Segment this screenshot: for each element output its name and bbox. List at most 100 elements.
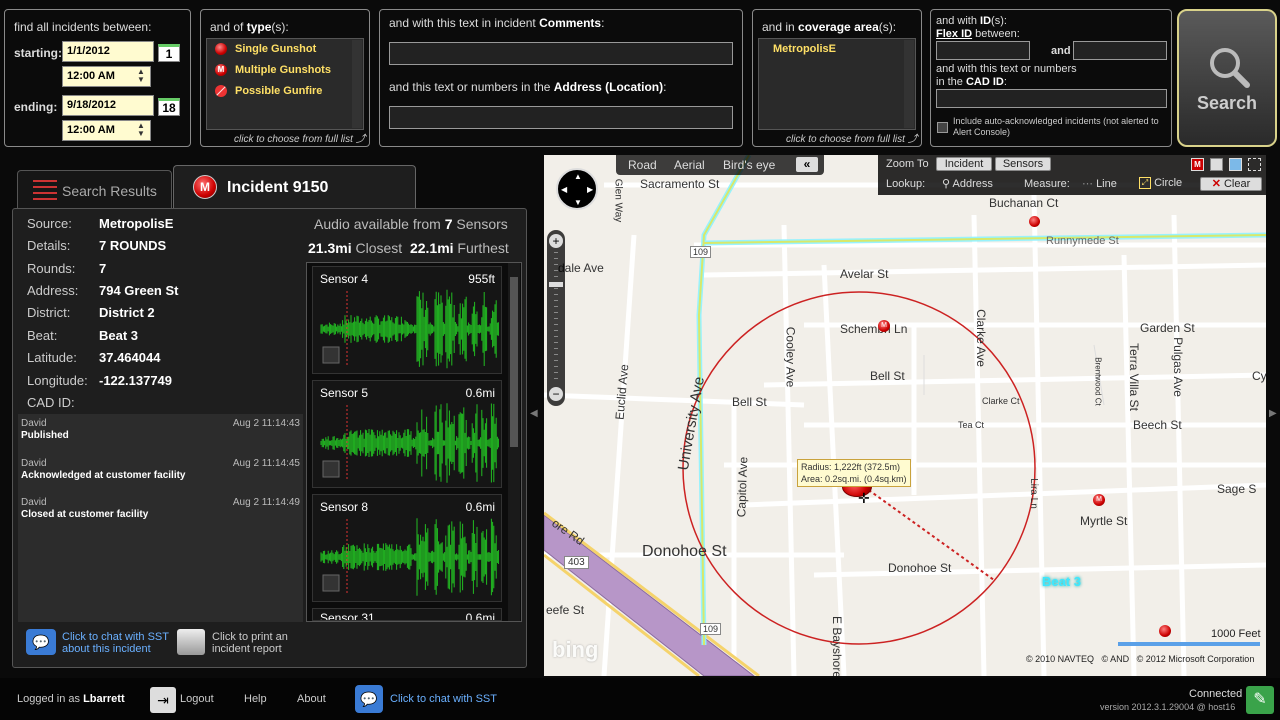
street-label: E Bayshore [830, 615, 845, 676]
sensor-distance: 0.6mi [465, 386, 495, 400]
map-zoom-slider[interactable]: + − [547, 230, 565, 406]
field-value-longitude: -122.137749 [99, 373, 173, 388]
field-value-beat: Beat 3 [99, 328, 139, 343]
beat-layer-icon[interactable] [1229, 158, 1242, 171]
street-label: Glen Way [612, 178, 624, 223]
measure-line-button[interactable]: ⋯ Line [1082, 177, 1117, 190]
end-time-spinner[interactable]: ▲ ▼ [137, 122, 145, 138]
type-item-single-gunshot[interactable]: Single Gunshot [207, 39, 363, 60]
type-list-scrollbar[interactable] [352, 40, 362, 128]
coverage-list-hint[interactable]: click to choose from full list ⤴ [786, 130, 918, 145]
type-list-hint[interactable]: click to choose from full list ⤴ [234, 130, 366, 145]
address-filter-title: and this text or numbers in the Address … [389, 80, 667, 94]
field-value-rounds: 7 [99, 261, 107, 276]
cad-id-line1: and with this text or numbers [936, 63, 1077, 75]
street-label: Avelar St [840, 267, 889, 281]
street-label: Garden St [1140, 321, 1195, 335]
map[interactable]: Sacramento St Buchanan Ct Runnymede St G… [544, 155, 1266, 676]
chat-sst-link[interactable]: Click to chat with SST [390, 693, 497, 705]
zoom-thumb[interactable] [549, 282, 563, 287]
sensor-layer-icon[interactable] [1210, 158, 1223, 171]
possible-gunfire-icon [215, 85, 227, 97]
coverage-list[interactable]: MetropolisE [758, 38, 916, 130]
auto-ack-checkbox[interactable] [937, 122, 948, 133]
measure-clear-button[interactable]: ✕ Clear [1200, 177, 1262, 191]
map-view-birds-eye[interactable]: Bird's eye [723, 158, 775, 172]
help-link[interactable]: Help [244, 693, 267, 705]
sensor-name: Sensor 4 [320, 272, 369, 286]
comments-input[interactable] [389, 42, 733, 65]
ending-label: ending: [14, 100, 58, 114]
gunshot-marker[interactable]: M [1093, 494, 1105, 506]
field-value-address: 794 Green St [99, 283, 179, 298]
sensor-card[interactable]: Sensor 4 955ft [312, 266, 502, 374]
sensor-list-scrollbar[interactable] [508, 263, 520, 621]
coverage-list-scrollbar[interactable] [904, 40, 914, 128]
chat-incident-button[interactable]: 💬 Click to chat with SST about this incid… [26, 627, 176, 659]
map-view-aerial[interactable]: Aerial [674, 158, 705, 172]
map-collapse-left-handle[interactable]: ◀ [530, 408, 538, 419]
comments-filter-title: and with this text in incident Comments: [389, 16, 605, 30]
map-view-road[interactable]: Road [628, 158, 657, 172]
sensor-card[interactable]: Sensor 5 0.6mi [312, 380, 502, 488]
start-date-input[interactable]: 1/1/2012 [62, 41, 154, 62]
start-calendar-button[interactable]: 1 [158, 44, 180, 62]
about-link[interactable]: About [297, 693, 326, 705]
connected-icon: ✎ [1246, 686, 1274, 714]
chat-sst-icon[interactable]: 💬 [355, 685, 383, 713]
incident-layer-icon[interactable]: M [1191, 158, 1204, 171]
flex-id-from-input[interactable] [936, 41, 1030, 60]
bing-logo: bing [552, 637, 599, 662]
type-item-possible-gunfire[interactable]: Possible Gunfire [207, 81, 363, 102]
field-value-details: 7 ROUNDS [99, 238, 167, 253]
tab-incident[interactable]: M Incident 9150 [173, 165, 416, 210]
zoom-sensors-button[interactable]: Sensors [995, 157, 1051, 171]
area-layer-icon[interactable] [1248, 158, 1261, 171]
field-value-latitude: 37.464044 [99, 350, 161, 365]
logout-icon[interactable]: ⇥ [150, 687, 176, 713]
gunshot-marker[interactable] [1159, 625, 1171, 637]
radius-readout: Radius: 1,222ft (372.5m) [801, 462, 901, 472]
sensor-card[interactable]: Sensor 8 0.6mi [312, 494, 502, 602]
end-date-input[interactable]: 9/18/2012 [62, 95, 154, 116]
street-label: Bell St [732, 395, 767, 409]
lookup-address-button[interactable]: ⚲ Address [942, 177, 993, 190]
logout-link[interactable]: Logout [180, 693, 214, 705]
gunshot-marker[interactable] [1029, 216, 1040, 227]
type-list[interactable]: Single Gunshot M Multiple Gunshots Possib… [206, 38, 364, 130]
search-button[interactable]: Search [1177, 9, 1277, 147]
zoom-in-icon[interactable]: + [549, 234, 563, 248]
coverage-item[interactable]: MetropolisE [759, 39, 915, 60]
type-item-multiple-gunshots[interactable]: M Multiple Gunshots [207, 60, 363, 81]
map-pan-control[interactable]: ▲ ▼ ◀ ▶ [556, 168, 598, 210]
map-nav-collapse-button[interactable]: « [796, 157, 818, 172]
map-collapse-right-handle[interactable]: ▶ [1269, 408, 1277, 419]
street-label: Cy [1252, 369, 1266, 383]
measure-tooltip: Radius: 1,222ft (372.5m) Area: 0.2sq.mi.… [797, 459, 911, 487]
map-tool-bar: Zoom To Incident Sensors M Lookup: ⚲ Add… [878, 155, 1266, 195]
date-filter-title: find all incidents between: [14, 20, 152, 34]
flex-id-to-input[interactable] [1073, 41, 1167, 60]
start-time-spinner[interactable]: ▲ ▼ [137, 68, 145, 84]
zoom-out-icon[interactable]: − [549, 387, 563, 401]
sensor-distance-summary: 21.3mi Closest 22.1mi Furthest [308, 240, 509, 256]
street-label: Donohoe St [888, 561, 952, 575]
field-label: Longitude: [27, 373, 88, 388]
address-input[interactable] [389, 106, 733, 129]
incident-detail-panel: Source: MetropolisE Details: 7 ROUNDS Ro… [12, 208, 527, 668]
map-copyright: © 2010 NAVTEQ © AND © 2012 Microsoft Cor… [1026, 654, 1255, 664]
close-icon: ✕ [1211, 178, 1221, 190]
end-calendar-button[interactable]: 18 [158, 98, 180, 116]
type-filter-title: and of type(s): [210, 20, 289, 34]
field-label: Address: [27, 283, 79, 298]
line-icon: ⋯ [1082, 178, 1097, 190]
street-label: Buchanan Ct [989, 196, 1059, 210]
print-report-button[interactable]: Click to print an incident report [177, 627, 307, 659]
zoom-incident-button[interactable]: Incident [936, 157, 992, 171]
sensor-card[interactable]: Sensor 31 0.6mi [312, 608, 502, 621]
gunshot-marker[interactable]: M [878, 320, 890, 332]
cad-id-input[interactable] [936, 89, 1167, 108]
tab-search-results[interactable]: Search Results [17, 170, 172, 208]
incident-icon: M [193, 175, 217, 199]
measure-circle-button[interactable]: ⤢ Circle [1139, 177, 1182, 190]
